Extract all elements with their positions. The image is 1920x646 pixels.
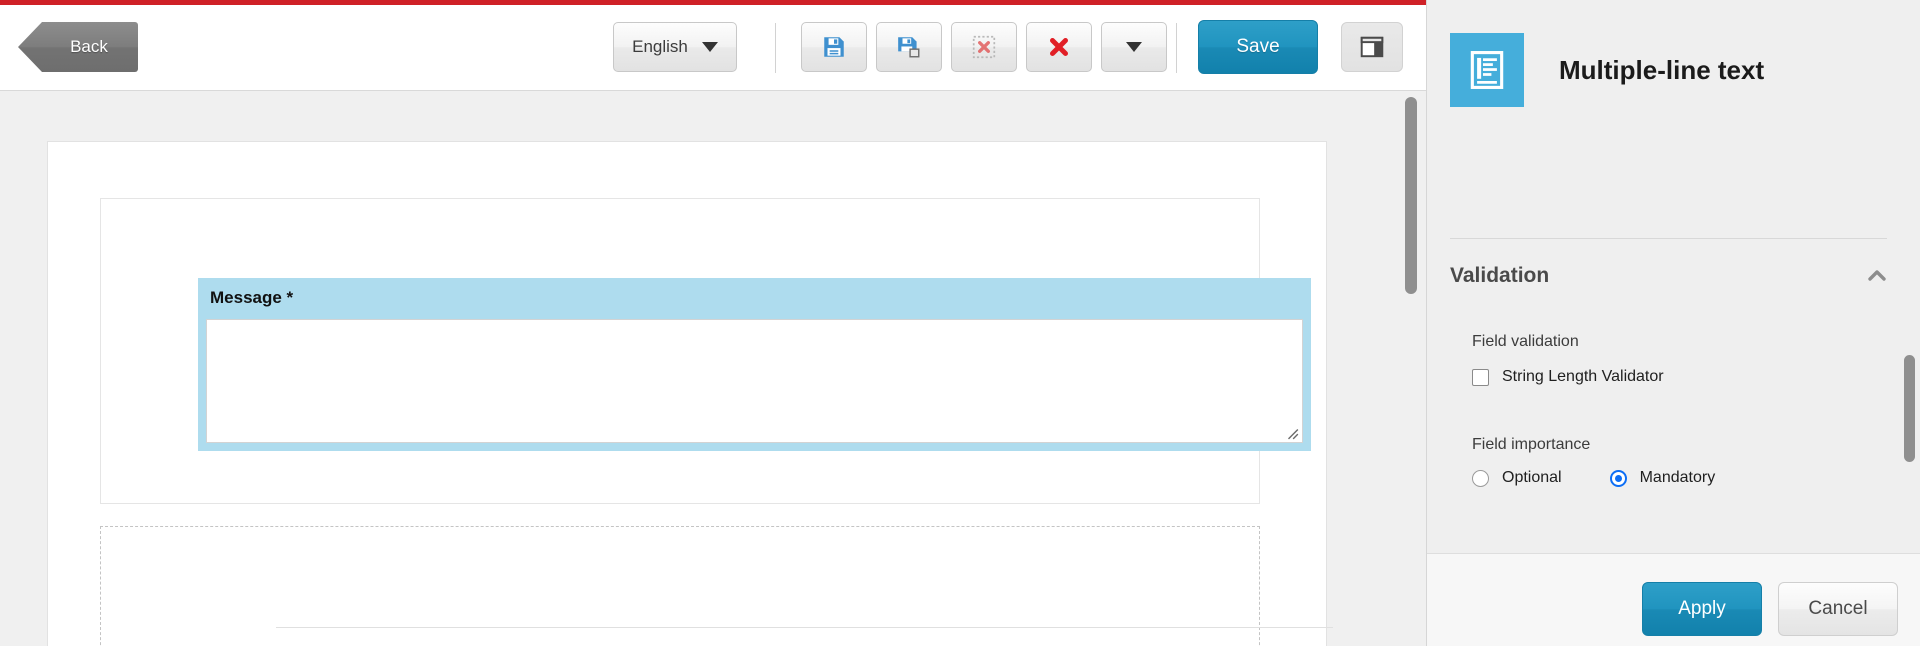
validation-section-header[interactable]: Validation bbox=[1450, 258, 1887, 294]
validation-section-title: Validation bbox=[1450, 264, 1550, 287]
editor-toolbar: Back English Save bbox=[0, 5, 1426, 91]
section-divider bbox=[276, 627, 1333, 628]
floppy-disk-icon bbox=[824, 37, 844, 57]
field-importance-radio-group[interactable]: Optional Mandatory bbox=[1472, 469, 1715, 487]
panel-header: Multiple-line text bbox=[1427, 0, 1920, 136]
field-message-label: Message * bbox=[210, 288, 294, 307]
panel-divider bbox=[1450, 238, 1887, 239]
form-canvas: Message * bbox=[47, 141, 1333, 646]
main-scrollbar[interactable] bbox=[1404, 91, 1418, 646]
editor-region: Back English Save Message * bbox=[0, 5, 1426, 646]
mandatory-radio[interactable] bbox=[1609, 469, 1627, 487]
chevron-down-icon bbox=[1126, 42, 1142, 52]
chevron-up-icon[interactable] bbox=[1867, 266, 1887, 286]
floppy-disk-plus-icon bbox=[898, 37, 920, 58]
form-section-placeholder[interactable] bbox=[100, 526, 1333, 646]
string-length-validator-label: String Length Validator bbox=[1502, 368, 1664, 385]
more-actions-button[interactable] bbox=[1101, 22, 1167, 72]
chevron-down-icon bbox=[701, 42, 718, 52]
dashed-box-red-x-icon bbox=[972, 35, 996, 59]
form-section: Message * bbox=[100, 198, 1311, 504]
main-scrollbar-thumb[interactable] bbox=[1405, 97, 1417, 294]
panel-scrollbar-thumb[interactable] bbox=[1904, 355, 1915, 462]
app-root: Back English Save Message * Multiple-lin… bbox=[0, 0, 1920, 646]
panel-toggle-button[interactable] bbox=[1341, 22, 1403, 72]
optional-radio-label: Optional bbox=[1502, 469, 1562, 486]
string-length-validator-checkbox[interactable] bbox=[1472, 368, 1489, 386]
multiline-text-icon bbox=[1450, 33, 1524, 107]
save-button-label: Save bbox=[1236, 36, 1280, 57]
layout-panel-icon bbox=[1360, 36, 1384, 58]
panel-title: Multiple-line text bbox=[1559, 55, 1765, 85]
optional-radio[interactable] bbox=[1472, 469, 1489, 487]
close-icon-button[interactable] bbox=[1026, 22, 1092, 72]
save-icon-button[interactable] bbox=[801, 22, 867, 72]
cancel-button[interactable]: Cancel bbox=[1778, 582, 1898, 636]
field-importance-label: Field importance bbox=[1472, 436, 1591, 453]
language-dropdown-value: English bbox=[632, 37, 688, 56]
resize-grip-icon[interactable] bbox=[1285, 426, 1299, 440]
back-button-label: Back bbox=[70, 37, 108, 56]
toolbar-divider bbox=[1176, 23, 1177, 73]
save-button[interactable]: Save bbox=[1198, 20, 1318, 74]
mandatory-radio-label: Mandatory bbox=[1639, 469, 1716, 486]
document-lines-icon bbox=[1470, 51, 1504, 89]
back-button[interactable]: Back bbox=[18, 22, 138, 72]
delete-icon-button[interactable] bbox=[951, 22, 1017, 72]
apply-button[interactable]: Apply bbox=[1642, 582, 1762, 636]
field-validation-label: Field validation bbox=[1472, 333, 1579, 350]
field-message[interactable]: Message * bbox=[198, 278, 1311, 451]
red-x-icon bbox=[1050, 38, 1068, 56]
validator-option-string-length[interactable]: String Length Validator bbox=[1472, 368, 1664, 386]
apply-button-label: Apply bbox=[1678, 598, 1726, 619]
save-as-icon-button[interactable] bbox=[876, 22, 942, 72]
message-textarea[interactable] bbox=[206, 319, 1303, 443]
toolbar-divider bbox=[775, 23, 776, 73]
cancel-button-label: Cancel bbox=[1808, 598, 1868, 619]
language-dropdown[interactable]: English bbox=[613, 22, 737, 72]
properties-panel: Multiple-line text Validation Field vali… bbox=[1426, 0, 1920, 646]
